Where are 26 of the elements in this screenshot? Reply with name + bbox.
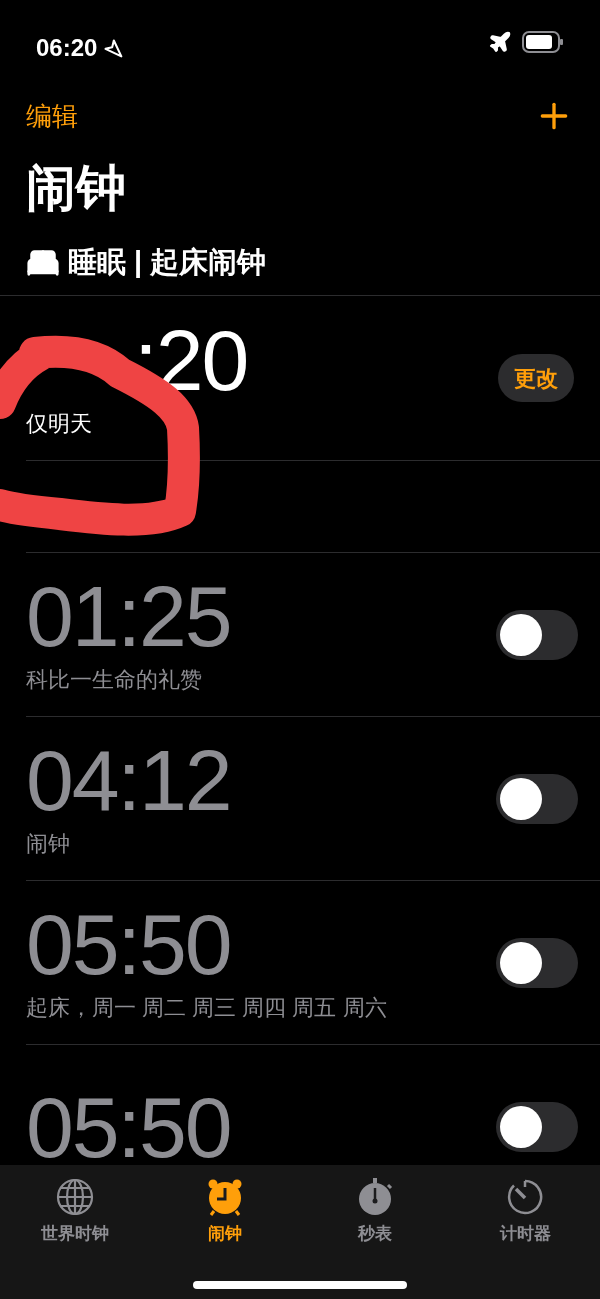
toggle-switch[interactable] bbox=[496, 609, 578, 660]
location-arrow-icon bbox=[103, 38, 124, 58]
section-header: 睡眠 | 起床闹钟 bbox=[68, 244, 267, 280]
alarm-label: 仅明天 bbox=[26, 409, 93, 438]
status-time: 06:20 bbox=[36, 33, 98, 63]
edit-button[interactable]: 编辑 bbox=[26, 96, 78, 136]
alarm-label: 科比一生命的礼赞 bbox=[26, 666, 203, 694]
globe-icon bbox=[55, 1177, 95, 1217]
alarm-time: 05:50 bbox=[26, 901, 232, 987]
tab[interactable]: 秒表 bbox=[315, 1177, 435, 1247]
page-title: 闹钟 bbox=[26, 158, 126, 218]
toggle-switch[interactable] bbox=[496, 1101, 578, 1152]
tab[interactable]: 闹钟 bbox=[165, 1177, 285, 1247]
alarm-time: 01:25 bbox=[26, 573, 231, 659]
airplane-icon bbox=[488, 30, 512, 54]
toggle-switch[interactable] bbox=[496, 937, 578, 988]
timer-icon bbox=[505, 1177, 545, 1217]
battery-icon bbox=[522, 31, 564, 53]
change-button[interactable]: 更改 bbox=[498, 354, 574, 402]
toggle-switch[interactable] bbox=[496, 773, 578, 824]
alarm-time: 05:50 bbox=[26, 1083, 231, 1170]
alarm-label: 起床，周一 周二 周三 周四 周五 周六 bbox=[26, 994, 387, 1022]
alarm-label: 闹钟 bbox=[26, 830, 71, 858]
tab[interactable]: 世界时钟 bbox=[15, 1177, 135, 1247]
tab[interactable]: 计时器 bbox=[465, 1177, 585, 1247]
alarm-time: 04:12 bbox=[26, 737, 231, 823]
